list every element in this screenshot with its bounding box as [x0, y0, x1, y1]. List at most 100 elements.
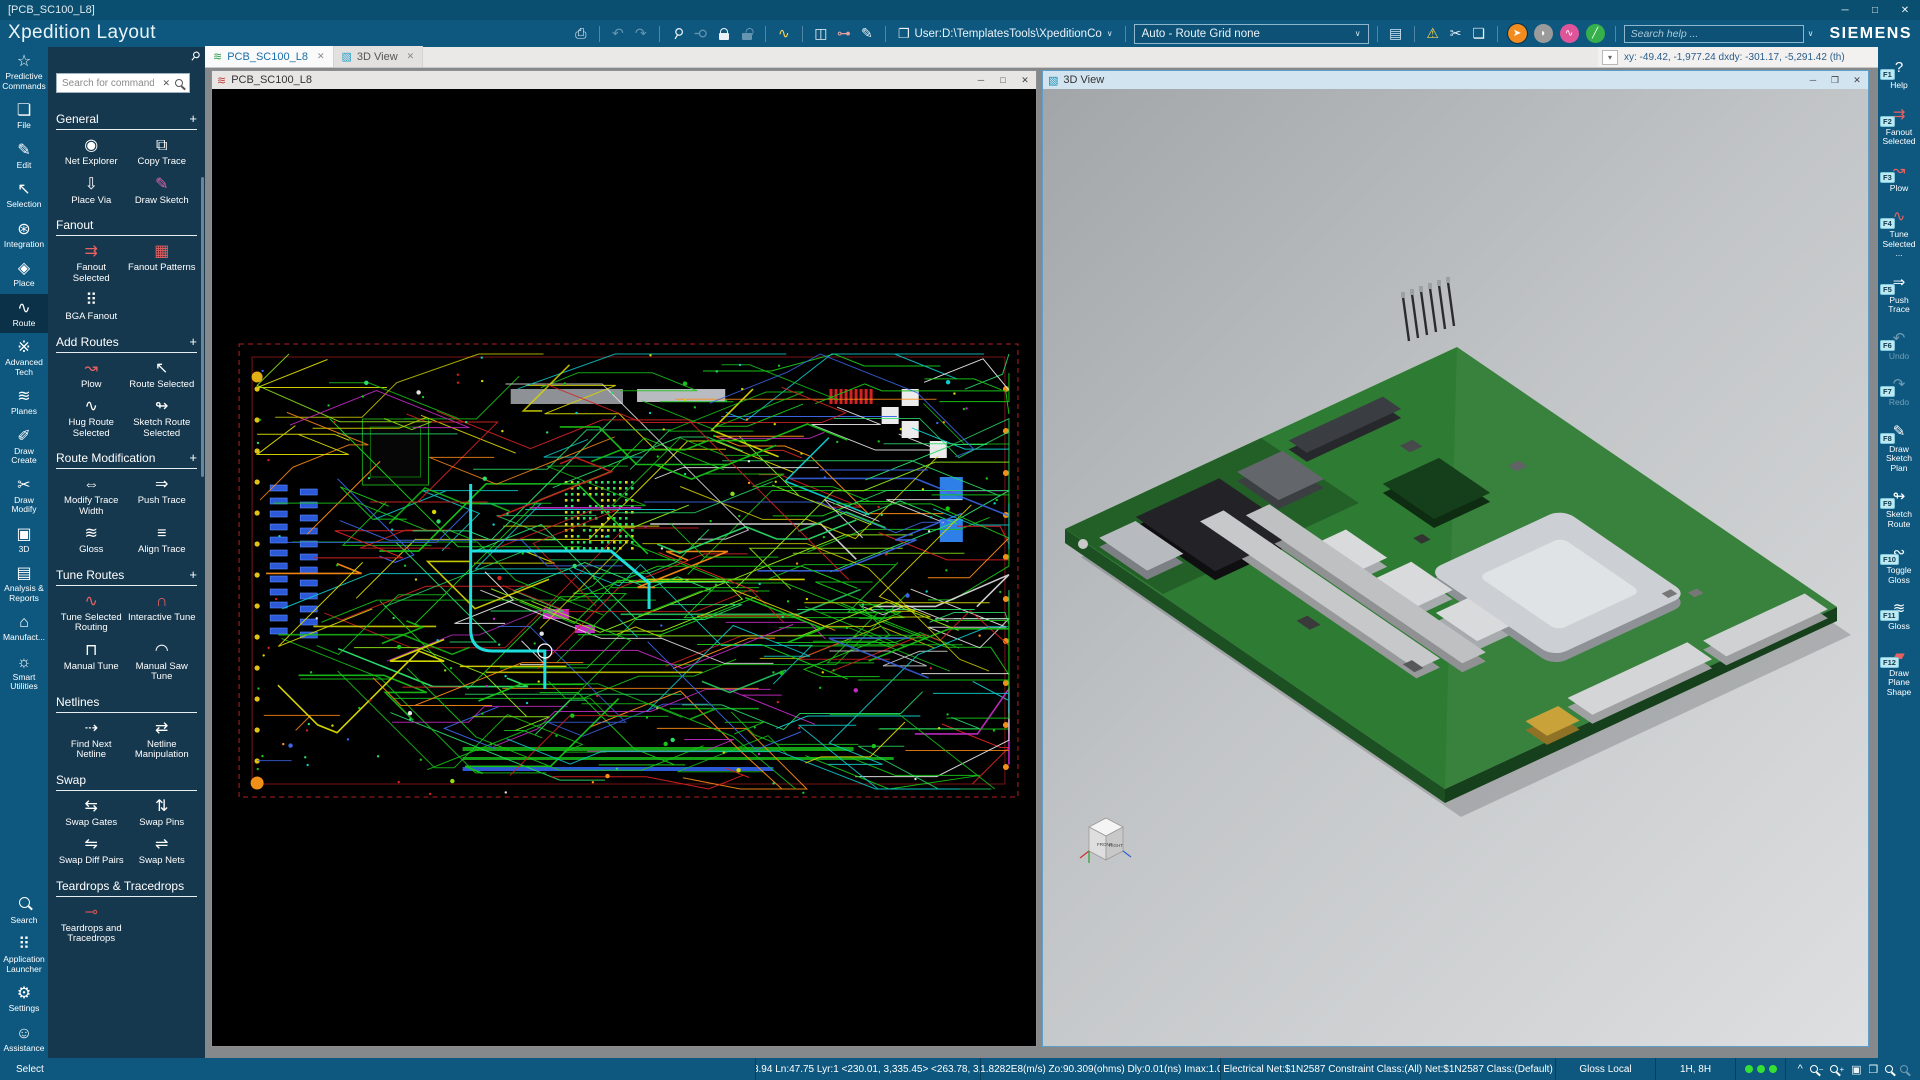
sidebar-item-selection[interactable]: ↖ Selection — [0, 175, 48, 215]
sidebar-item-advanced-tech[interactable]: ※ Advanced Tech — [0, 333, 48, 382]
command-tune-selected-routing[interactable]: ∿ Tune Selected Routing — [56, 590, 127, 637]
zoom-out-icon[interactable]: − — [1809, 1065, 1823, 1074]
command-plow[interactable]: ↝ Plow — [56, 357, 127, 394]
pin-icon[interactable]: ⚲ — [668, 23, 688, 45]
zoom-in-icon[interactable]: + — [1830, 1065, 1844, 1074]
3d-maximize-button[interactable]: ❐ — [1824, 71, 1846, 89]
pcb-close-button[interactable]: ✕ — [1014, 71, 1036, 89]
command-bga-fanout[interactable]: ⠿ BGA Fanout — [56, 289, 127, 326]
fit-board-icon[interactable]: ▣ — [1851, 1063, 1861, 1076]
command-push-trace[interactable]: ⇒ Push Trace — [127, 473, 198, 520]
select-mode-icon[interactable]: ➤ — [1506, 23, 1528, 44]
3d-minimize-button[interactable]: ─ — [1802, 71, 1824, 89]
sidebar-item-manufact-[interactable]: ⌂ Manufact... — [0, 608, 48, 648]
3d-close-button[interactable]: ✕ — [1846, 71, 1868, 89]
fkey-gloss[interactable]: ≋ F11 Gloss — [1878, 598, 1920, 632]
fkey-help[interactable]: ? F1 Help — [1878, 57, 1920, 91]
command-route-selected[interactable]: ↖ Route Selected — [127, 357, 198, 394]
redo-icon[interactable]: ↷ — [631, 23, 651, 45]
sidebar-item-3d[interactable]: ▣ 3D — [0, 520, 48, 560]
sidebar-item-predictive-commands[interactable]: ☆ Predictive Commands — [0, 47, 48, 96]
command-manual-saw-tune[interactable]: ◠ Manual Saw Tune — [127, 639, 198, 686]
zoom-area-icon[interactable] — [1885, 1065, 1894, 1073]
search-help-input[interactable] — [1623, 24, 1804, 43]
command-find-next-netline[interactable]: ⇢ Find Next Netline — [56, 717, 127, 764]
command-teardrops-and-tracedrops[interactable]: ⊸ Teardrops and Tracedrops — [56, 901, 127, 948]
sidebar-item-integration[interactable]: ⊛ Integration — [0, 215, 48, 255]
command-draw-sketch[interactable]: ✎ Draw Sketch — [127, 173, 198, 210]
fkey-tune-selected-[interactable]: ∿ F4 Tune Selected ... — [1878, 206, 1920, 259]
command-fanout-selected[interactable]: ⇉ Fanout Selected — [56, 240, 127, 287]
save-icon[interactable]: ⎙ — [571, 23, 591, 45]
hazards-icon[interactable]: ⚠ — [1423, 23, 1443, 45]
new-doc-icon[interactable]: ❏ — [1469, 23, 1489, 45]
command-search-input[interactable] — [57, 77, 160, 89]
command-swap-diff-pairs[interactable]: ⇋ Swap Diff Pairs — [56, 833, 127, 870]
unlock-icon[interactable] — [737, 23, 757, 45]
panel-scrollbar[interactable] — [201, 177, 204, 477]
sidebar-item-route[interactable]: ∿ Route — [0, 293, 48, 333]
collapse-caret-icon[interactable]: ^ — [1798, 1063, 1803, 1075]
section-add-button[interactable]: + — [189, 451, 197, 464]
command-fanout-patterns[interactable]: ▦ Fanout Patterns — [127, 240, 198, 287]
net-wave-icon[interactable]: ∿ — [774, 23, 794, 45]
coordinate-dropdown-button[interactable]: ▾ — [1602, 49, 1618, 65]
sidebar-item-assistance[interactable]: ☺ Assistance — [0, 1019, 48, 1059]
command-align-trace[interactable]: ≡ Align Trace — [127, 522, 198, 559]
command-swap-pins[interactable]: ⇅ Swap Pins — [127, 795, 198, 832]
net-edit-icon[interactable]: ⊶ — [834, 23, 854, 45]
fkey-push-trace[interactable]: ⇒ F5 Push Trace — [1878, 272, 1920, 315]
command-interactive-tune[interactable]: ∩ Interactive Tune — [127, 590, 198, 637]
command-gloss[interactable]: ≋ Gloss — [56, 522, 127, 559]
fkey-draw-sketch-plan[interactable]: ✎ F8 Draw Sketch Plan — [1878, 421, 1920, 474]
command-place-via[interactable]: ⇩ Place Via — [56, 173, 127, 210]
sidebar-item-application-launcher[interactable]: ⠿ Application Launcher — [0, 930, 48, 979]
command-hug-route-selected[interactable]: ∿ Hug Route Selected — [56, 395, 127, 442]
package-3d-icon[interactable]: ◫ — [811, 23, 831, 45]
fkey-undo[interactable]: ↶ F6 Undo — [1878, 328, 1920, 362]
orientation-viewcube[interactable]: FRONT RIGHT — [1079, 817, 1132, 863]
gloss-mode-icon[interactable]: ╱ — [1585, 24, 1605, 43]
tab-close-icon[interactable]: ✕ — [317, 51, 325, 62]
tab-pcb-sc100-l8[interactable]: ≋ PCB_SC100_L8 ✕ — [205, 46, 334, 67]
sidebar-item-draw-modify[interactable]: ✂ Draw Modify — [0, 471, 48, 520]
fkey-plow[interactable]: ↝ F3 Plow — [1878, 160, 1920, 194]
command-modify-trace-width[interactable]: ⇔ Modify Trace Width — [56, 473, 127, 520]
fkey-sketch-route[interactable]: ↬ F9 Sketch Route — [1878, 486, 1920, 529]
fkey-redo[interactable]: ↷ F7 Redo — [1878, 374, 1920, 408]
close-button[interactable]: ✕ — [1890, 0, 1920, 20]
sidebar-item-edit[interactable]: ✎ Edit — [0, 136, 48, 176]
sidebar-item-planes[interactable]: ≋ Planes — [0, 382, 48, 422]
command-sketch-route-selected[interactable]: ↬ Sketch Route Selected — [127, 395, 198, 442]
clear-search-icon[interactable]: ✕ — [159, 78, 173, 89]
command-net-explorer[interactable]: ◉ Net Explorer — [56, 134, 127, 171]
command-swap-gates[interactable]: ⇆ Swap Gates — [56, 795, 127, 832]
panel-pin-icon[interactable]: ⚲ — [188, 48, 204, 64]
sidebar-item-file[interactable]: ❏ File — [0, 96, 48, 136]
command-netline-manipulation[interactable]: ⇄ Netline Manipulation — [127, 717, 198, 764]
fkey-draw-plane-shape[interactable]: ▰ F12 Draw Plane Shape — [1878, 645, 1920, 698]
lock-icon[interactable] — [714, 23, 734, 45]
minimize-button[interactable]: ─ — [1830, 0, 1860, 20]
fit-view-icon[interactable]: ❒ — [1869, 1063, 1879, 1076]
sidebar-item-place[interactable]: ◈ Place — [0, 254, 48, 294]
ripple-mode-icon[interactable]: ∿ — [1559, 24, 1579, 43]
section-add-button[interactable]: + — [189, 568, 197, 581]
tab-close-icon[interactable]: ✕ — [407, 51, 415, 62]
fkey-fanout-selected[interactable]: ⇉ F2 Fanout Selected — [1878, 104, 1920, 147]
pcb-minimize-button[interactable]: ─ — [970, 71, 992, 89]
tab-3d-view[interactable]: ▧ 3D View ✕ — [333, 46, 424, 67]
pcb-3d-canvas[interactable]: FRONT RIGHT — [1043, 89, 1868, 1046]
command-manual-tune[interactable]: ⊓ Manual Tune — [56, 639, 127, 686]
pin-place-icon[interactable]: ⚲ — [691, 23, 711, 45]
pcb-maximize-button[interactable]: □ — [992, 71, 1014, 89]
command-swap-nets[interactable]: ⇌ Swap Nets — [127, 833, 198, 870]
zoom-previous-icon[interactable] — [1900, 1065, 1909, 1073]
section-add-button[interactable]: + — [189, 335, 197, 348]
sidebar-item-analysis-reports[interactable]: ▤ Analysis & Reports — [0, 559, 48, 608]
section-add-button[interactable]: + — [189, 112, 197, 125]
maximize-button[interactable]: □ — [1860, 0, 1890, 20]
command-copy-trace[interactable]: ⧉ Copy Trace — [127, 134, 198, 171]
fkey-toggle-gloss[interactable]: ∾ F10 Toggle Gloss — [1878, 542, 1920, 585]
display-control-icon[interactable]: ▤ — [1386, 23, 1406, 45]
